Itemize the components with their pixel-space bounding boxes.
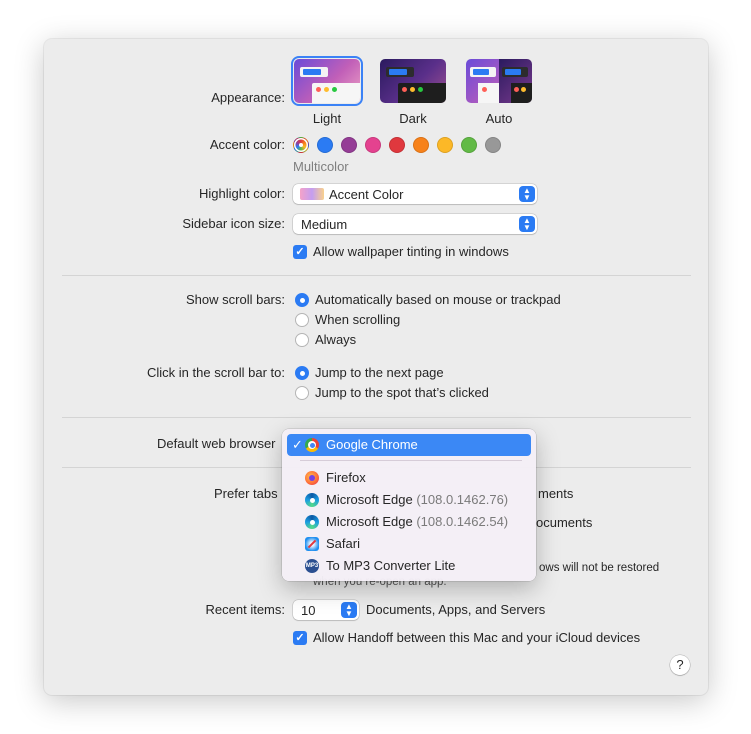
scroll-bars-automatic-radio[interactable]	[295, 293, 309, 307]
default-browser-menu: ✓ Google Chrome Firefox Microsoft Edge (…	[282, 429, 536, 581]
appearance-auto-thumbnail[interactable]	[466, 59, 532, 103]
appearance-dark-label: Dark	[399, 111, 427, 126]
window-preview-icon	[300, 67, 328, 77]
menu-item-label: Microsoft Edge (108.0.1462.54)	[326, 514, 509, 529]
accent-orange-swatch[interactable]	[413, 137, 429, 153]
edge-icon	[305, 493, 319, 507]
highlight-color-popup[interactable]: Accent Color ▲ ▼	[293, 184, 537, 204]
accent-pink-swatch[interactable]	[365, 137, 381, 153]
accent-red-swatch[interactable]	[389, 137, 405, 153]
appearance-label: Appearance:	[211, 90, 285, 105]
highlight-color-value: Accent Color	[329, 187, 404, 202]
recent-items-suffix: Documents, Apps, and Servers	[366, 602, 546, 617]
recent-items-value: 10	[301, 603, 316, 618]
click-next-page-radio[interactable]	[295, 366, 309, 380]
default-browser-label: Default web browser	[157, 436, 276, 451]
menu-item-google-chrome[interactable]: ✓ Google Chrome	[287, 434, 531, 456]
window-preview-icon	[398, 83, 446, 103]
accent-multicolor-swatch[interactable]	[293, 137, 309, 153]
menu-item-label: To MP3 Converter Lite	[326, 558, 456, 573]
accent-yellow-swatch[interactable]	[437, 137, 453, 153]
scroll-bars-when-scrolling-label: When scrolling	[315, 312, 401, 327]
window-preview-icon	[502, 67, 528, 77]
scroll-bars-when-scrolling-radio[interactable]	[295, 313, 309, 327]
chevron-updown-icon: ▲ ▼	[519, 216, 535, 232]
scroll-bars-always-label: Always	[315, 332, 357, 347]
click-scroll-label-wrap: Click in the scroll bar to:	[44, 365, 285, 381]
recent-items-label-wrap: Recent items:	[44, 602, 285, 618]
accent-selected-name: Multicolor	[293, 159, 349, 174]
sidebar-icon-size-value: Medium	[301, 217, 348, 232]
menu-item-microsoft-edge-54[interactable]: Microsoft Edge (108.0.1462.54)	[287, 511, 531, 533]
accent-color-label: Accent color:	[209, 137, 285, 152]
checkmark-icon: ✓	[292, 437, 303, 452]
prefer-tabs-label: Prefer tabs	[214, 486, 278, 501]
menu-item-firefox[interactable]: Firefox	[287, 467, 531, 489]
checkmark-icon: ✓	[295, 246, 305, 258]
highlight-label-wrap: Highlight color:	[44, 186, 285, 202]
menu-item-to-mp3-converter[interactable]: MP3 To MP3 Converter Lite	[287, 555, 531, 577]
window-preview-icon	[470, 67, 496, 77]
window-preview-icon	[386, 67, 414, 77]
menu-item-version: (108.0.1462.54)	[416, 514, 509, 529]
restore-note-tail: ows will not be restored	[539, 562, 660, 574]
close-documents-label-tail: ocuments	[536, 515, 593, 530]
prefer-tabs-popup-tail: ments	[538, 486, 574, 501]
highlight-color-label: Highlight color:	[199, 186, 285, 201]
appearance-auto-label: Auto	[485, 111, 513, 126]
chevron-updown-icon: ▲ ▼	[341, 602, 357, 618]
wallpaper-tinting-label: Allow wallpaper tinting in windows	[313, 244, 509, 259]
wallpaper-tinting-checkbox[interactable]: ✓	[293, 245, 307, 259]
mp3-converter-icon: MP3	[305, 559, 319, 573]
highlight-swatch-icon	[300, 188, 324, 200]
appearance-light-thumbnail[interactable]	[291, 56, 363, 106]
menu-item-label: Firefox	[326, 470, 366, 485]
menu-item-label: Google Chrome	[326, 437, 418, 452]
accent-label-wrap: Accent color:	[44, 137, 285, 153]
section-divider	[62, 417, 691, 418]
accent-blue-swatch[interactable]	[317, 137, 333, 153]
sidebar-icon-size-popup[interactable]: Medium ▲ ▼	[293, 214, 537, 234]
edge-icon	[305, 515, 319, 529]
scroll-bars-label-wrap: Show scroll bars:	[44, 292, 285, 308]
help-icon: ?	[676, 657, 684, 672]
chevron-updown-icon: ▲ ▼	[519, 186, 535, 202]
handoff-label: Allow Handoff between this Mac and your …	[313, 630, 641, 645]
handoff-checkbox[interactable]: ✓	[293, 631, 307, 645]
accent-green-swatch[interactable]	[461, 137, 477, 153]
window-preview-icon	[312, 83, 360, 103]
recent-items-label: Recent items:	[205, 602, 285, 617]
click-next-page-label: Jump to the next page	[315, 365, 444, 380]
help-button[interactable]: ?	[670, 655, 690, 675]
appearance-light-label: Light	[312, 111, 342, 126]
menu-item-label: Microsoft Edge (108.0.1462.76)	[326, 492, 509, 507]
checkmark-icon: ✓	[295, 632, 305, 644]
menu-item-version: (108.0.1462.76)	[416, 492, 509, 507]
appearance-label-wrap: Appearance:	[44, 90, 285, 106]
appearance-dark-thumbnail[interactable]	[380, 59, 446, 103]
menu-item-microsoft-edge-76[interactable]: Microsoft Edge (108.0.1462.76)	[287, 489, 531, 511]
preferences-window: Appearance: Light Dark Auto Accent color…	[44, 39, 708, 695]
accent-graphite-swatch[interactable]	[485, 137, 501, 153]
click-spot-label: Jump to the spot that’s clicked	[315, 385, 489, 400]
scroll-bars-automatic-label: Automatically based on mouse or trackpad	[315, 292, 561, 307]
accent-purple-swatch[interactable]	[341, 137, 357, 153]
click-spot-radio[interactable]	[295, 386, 309, 400]
show-scroll-bars-label: Show scroll bars:	[186, 292, 285, 307]
chrome-icon	[305, 438, 319, 452]
click-scroll-bar-label: Click in the scroll bar to:	[147, 365, 285, 380]
sidebar-label-wrap: Sidebar icon size:	[44, 216, 285, 232]
scroll-bars-always-radio[interactable]	[295, 333, 309, 347]
window-preview-icon	[478, 83, 499, 103]
firefox-icon	[305, 471, 319, 485]
section-divider	[62, 275, 691, 276]
window-preview-icon	[511, 83, 532, 103]
menu-item-safari[interactable]: Safari	[287, 533, 531, 555]
sidebar-icon-size-label: Sidebar icon size:	[182, 216, 285, 231]
safari-icon	[305, 537, 319, 551]
menu-item-label: Safari	[326, 536, 360, 551]
menu-separator	[300, 460, 522, 461]
recent-items-popup[interactable]: 10 ▲ ▼	[293, 600, 359, 620]
